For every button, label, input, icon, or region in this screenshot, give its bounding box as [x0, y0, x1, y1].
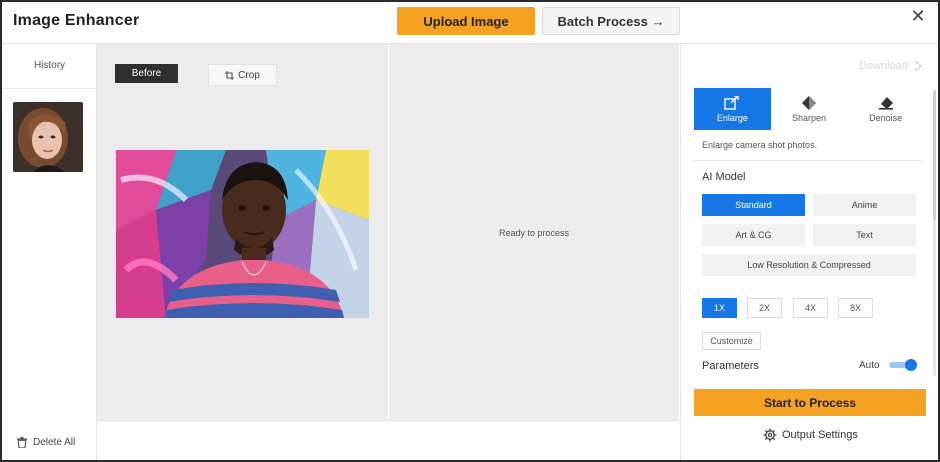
crop-button[interactable]: Crop — [208, 64, 277, 86]
before-pane: Before Crop — [97, 44, 388, 422]
start-process-button[interactable]: Start to Process — [694, 389, 926, 416]
delete-all-label: Delete All — [33, 437, 76, 448]
batch-process-button[interactable]: Batch Process → — [542, 7, 680, 35]
settings-panel: Download Enlarge Sharpen Denoise Enlarge… — [680, 44, 938, 460]
customize-button[interactable]: Customize — [702, 332, 761, 350]
tab-enlarge[interactable]: Enlarge — [694, 88, 771, 130]
ai-model-label: AI Model — [702, 171, 746, 183]
panel-scrollbar-thumb[interactable] — [933, 90, 936, 220]
parameters-label: Parameters — [702, 360, 759, 372]
tab-sharpen-label: Sharpen — [791, 112, 827, 123]
panel-scrollbar[interactable] — [933, 90, 936, 376]
history-title: History — [33, 60, 66, 71]
tab-denoise-label: Denoise — [869, 112, 903, 123]
app-window: Image Enhancer Upload Image Batch Proces… — [0, 0, 940, 462]
scale-2x-button[interactable]: 2X — [747, 298, 782, 318]
model-standard-button[interactable]: Standard — [702, 194, 805, 216]
close-icon[interactable]: ✕ — [908, 7, 928, 27]
after-pane: Ready to process — [389, 44, 679, 422]
trash-icon — [17, 437, 27, 448]
crop-icon — [225, 70, 235, 80]
output-settings-label: Output Settings — [782, 429, 858, 441]
enlarge-icon — [724, 95, 740, 110]
scale-4x-button[interactable]: 4X — [793, 298, 828, 318]
auto-toggle[interactable] — [889, 359, 917, 371]
history-sidebar: History Delete All — [2, 44, 97, 460]
delete-all-button[interactable]: Delete All — [17, 437, 75, 448]
tab-sharpen[interactable]: Sharpen — [770, 88, 848, 130]
bottom-strip — [97, 422, 679, 460]
before-label: Before — [115, 64, 178, 83]
sharpen-icon — [802, 95, 816, 110]
tab-denoise[interactable]: Denoise — [847, 88, 925, 130]
chevron-right-icon — [914, 60, 922, 72]
app-title: Image Enhancer — [13, 12, 140, 29]
model-low-resolution-button[interactable]: Low Resolution & Compressed — [702, 254, 916, 276]
history-thumbnail-image — [13, 102, 83, 172]
denoise-icon — [878, 96, 893, 110]
toggle-knob — [905, 359, 917, 371]
auto-label: Auto — [859, 360, 880, 371]
crop-label: Crop — [238, 69, 260, 81]
download-button[interactable]: Download — [859, 60, 922, 72]
portrait-photo — [116, 150, 369, 318]
tool-tabs: Enlarge Sharpen Denoise — [694, 88, 925, 130]
tool-description: Enlarge camera shot photos. — [694, 130, 924, 161]
history-thumbnail[interactable] — [13, 102, 83, 172]
model-art-cg-button[interactable]: Art & CG — [702, 224, 805, 246]
history-divider — [2, 88, 97, 89]
download-label: Download — [859, 60, 908, 72]
before-image — [116, 150, 369, 318]
upload-image-button[interactable]: Upload Image — [397, 7, 535, 35]
scale-1x-button[interactable]: 1X — [702, 298, 737, 318]
model-anime-button[interactable]: Anime — [813, 194, 916, 216]
ready-status: Ready to process — [498, 228, 570, 238]
output-settings-button[interactable]: Output Settings — [763, 428, 858, 442]
gear-icon — [763, 428, 777, 442]
tab-enlarge-label: Enlarge — [716, 112, 748, 123]
model-text-button[interactable]: Text — [813, 224, 916, 246]
header-bar: Image Enhancer Upload Image Batch Proces… — [2, 2, 938, 44]
scale-8x-button[interactable]: 8X — [838, 298, 873, 318]
